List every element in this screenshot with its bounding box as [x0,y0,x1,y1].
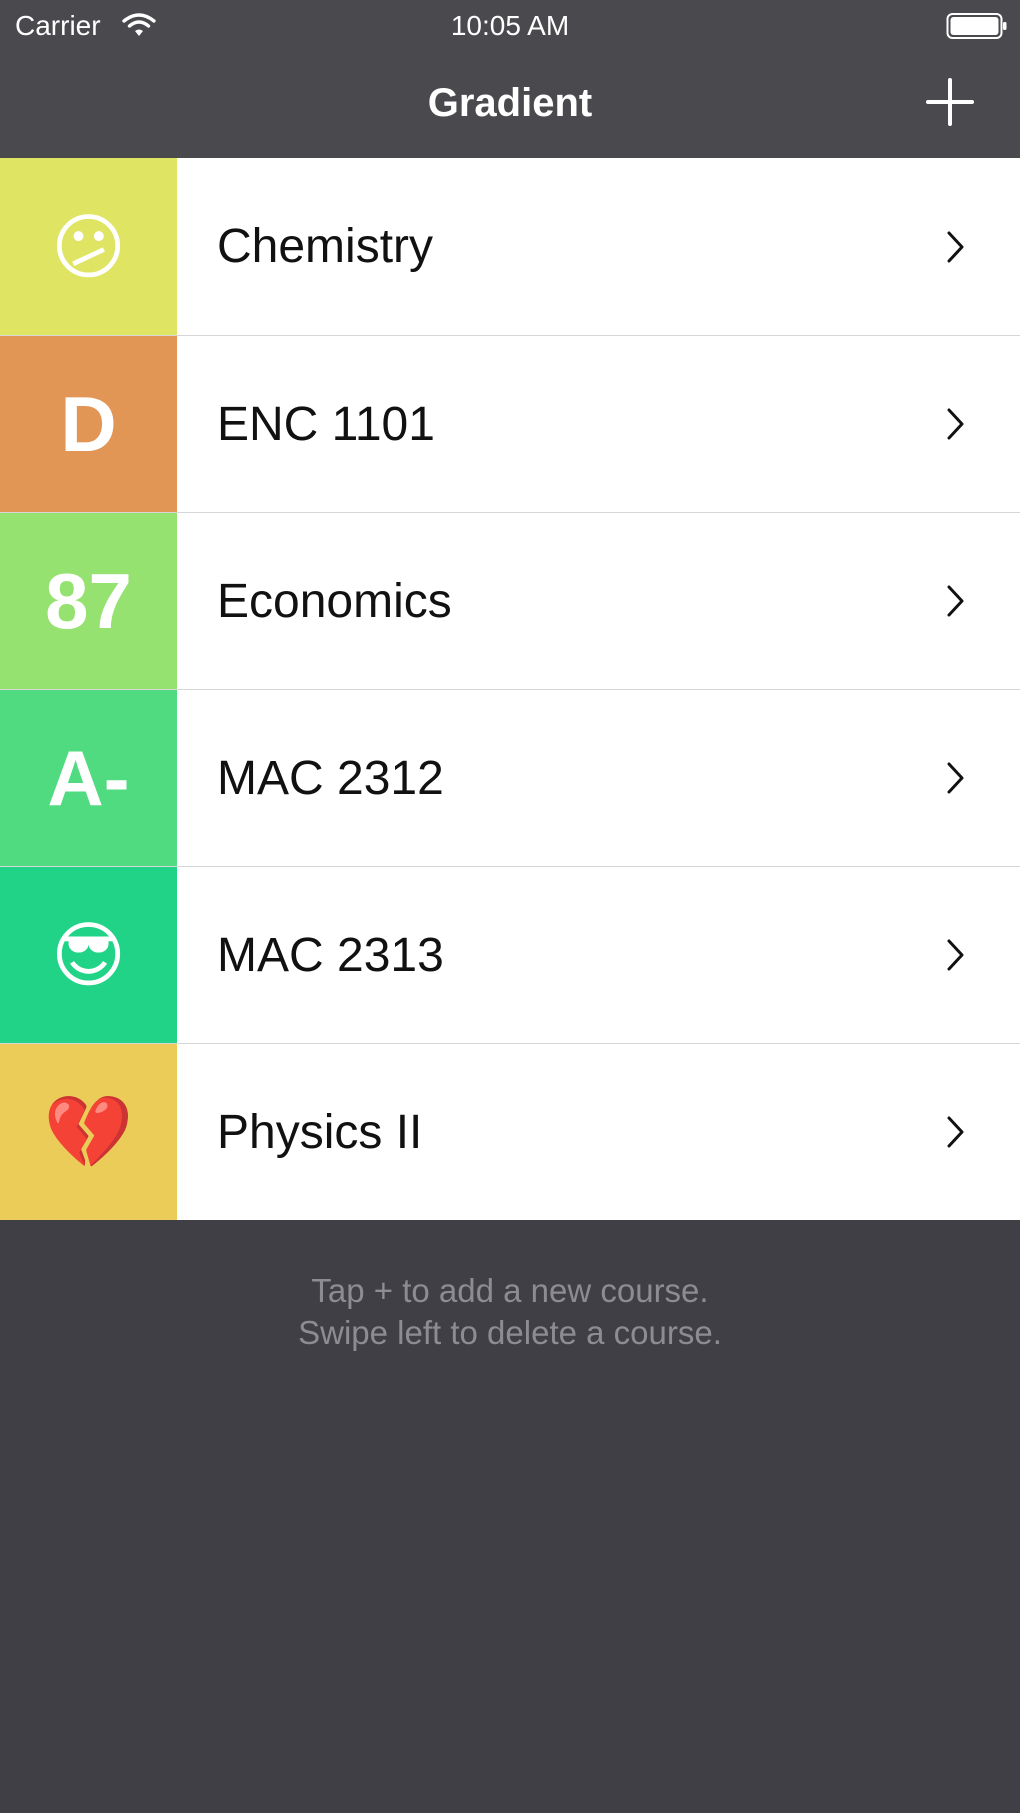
grade-label: D [60,379,117,468]
status-bar: Carrier 10:05 AM [0,0,1020,52]
course-name: MAC 2312 [217,751,444,805]
grade-badge: 😕 [0,158,177,335]
grade-label: 87 [45,556,132,645]
chevron-right-icon [947,231,964,262]
course-name: Physics II [217,1105,423,1159]
chevron-right-icon [947,1116,964,1148]
grade-badge: 😎 [0,867,177,1043]
status-time: 10:05 AM [450,10,570,41]
course-row[interactable]: 😕 Chemistry [0,158,1020,335]
course-row[interactable]: D ENC 1101 [0,335,1020,512]
plus-icon [926,78,974,126]
course-name: ENC 1101 [217,397,435,451]
grade-badge: A- [0,690,177,866]
navigation-bar: Carrier 10:05 AM Gradient [0,0,1020,158]
course-name: Economics [217,574,452,628]
course-name: MAC 2313 [217,928,444,982]
chevron-right-icon [947,762,964,794]
sunglasses-face-icon: 😎 [50,913,127,997]
chevron-right-icon [947,939,964,971]
grade-badge: 87 [0,513,177,689]
add-course-button[interactable] [920,72,980,132]
hint-line-delete: Swipe left to delete a course. [298,1314,722,1351]
broken-heart-icon: 💔 [43,1089,134,1174]
course-row[interactable]: 💔 Physics II [0,1043,1020,1220]
grade-badge: 💔 [0,1044,177,1220]
course-row[interactable]: 87 Economics [0,512,1020,689]
chevron-right-icon [947,408,964,440]
confused-face-icon: 😕 [50,204,127,289]
hint-text: Tap + to add a new course. Swipe left to… [0,1270,1020,1354]
chevron-right-icon [947,585,964,617]
battery-icon [946,13,1007,39]
course-row[interactable]: 😎 MAC 2313 [0,866,1020,1043]
grade-badge: D [0,336,177,512]
course-name: Chemistry [217,220,434,273]
course-row[interactable]: A- MAC 2312 [0,689,1020,866]
page-title: Gradient [427,81,593,125]
course-list: 😕 Chemistry D ENC 1101 87 Economics A- MAC 2312… [0,158,1020,1220]
hint-line-add: Tap + to add a new course. [311,1272,709,1309]
grade-label: A- [47,733,130,822]
